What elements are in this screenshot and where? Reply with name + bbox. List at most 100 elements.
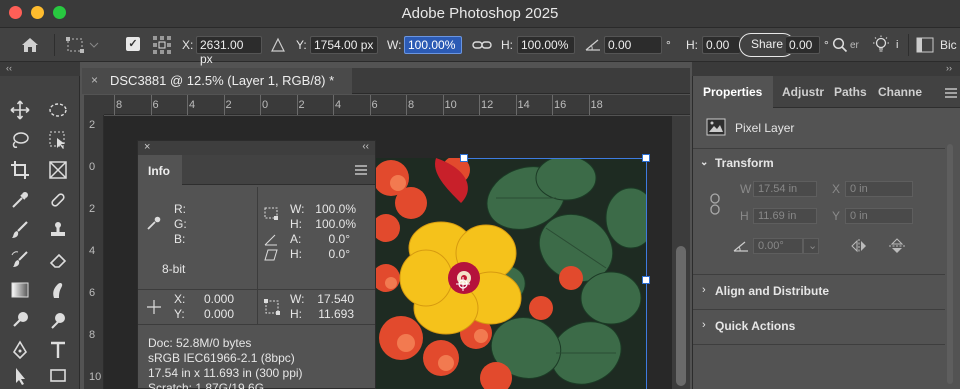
scrollbar-thumb[interactable] xyxy=(676,246,686,386)
properties-scrollbar[interactable] xyxy=(947,144,953,384)
brush-tool-icon[interactable] xyxy=(8,218,32,242)
eyedropper-icon xyxy=(146,215,162,234)
tab-adjustments[interactable]: Adjustr xyxy=(782,85,824,99)
panel-menu-icon[interactable] xyxy=(945,87,957,101)
transform-pivot-icon[interactable] xyxy=(455,276,471,292)
eyedropper-tool-icon[interactable] xyxy=(8,188,32,212)
document-tab-bar: × DSC3881 @ 12.5% (Layer 1, RGB/8) * xyxy=(82,68,690,94)
canvas-vertical-scrollbar[interactable] xyxy=(672,116,690,389)
lightbulb-icon[interactable] xyxy=(870,28,892,62)
dodge-tool-icon[interactable] xyxy=(8,308,32,332)
ruler-top-tick xyxy=(260,95,261,115)
y-position-field[interactable]: 1754.00 px xyxy=(310,36,378,54)
ruler-top: 8 6 4 2 0 2 4 6 8 10 12 14 16 18 xyxy=(104,95,690,115)
reference-point-checkbox[interactable]: ✓ xyxy=(126,37,140,51)
b-label: B: xyxy=(174,232,186,246)
transform-mode-icon[interactable] xyxy=(66,28,100,62)
angle-unit: ° xyxy=(666,38,671,52)
align-distribute-heading[interactable]: Align and Distribute xyxy=(715,284,829,298)
smudge-tool-icon[interactable] xyxy=(46,278,70,302)
burn-tool-icon[interactable] xyxy=(46,308,70,332)
h-pct-value: 100.0% xyxy=(315,217,356,231)
height-percent-field[interactable]: 100.00% xyxy=(517,36,575,54)
skew-icon xyxy=(264,249,278,264)
ruler-top-tick-label: 0 xyxy=(262,99,269,111)
selection-size-icon xyxy=(264,207,280,224)
healing-brush-tool-icon[interactable] xyxy=(46,188,70,212)
document-tab-title: DSC3881 @ 12.5% (Layer 1, RGB/8) * xyxy=(110,73,335,88)
ruler-left: 2 0 2 4 6 8 10 xyxy=(84,115,104,389)
frame-tool-icon[interactable] xyxy=(46,158,70,182)
lasso-tool-icon[interactable] xyxy=(8,128,32,152)
ruler-top-tick-label: 14 xyxy=(517,99,530,111)
link-dimensions-icon[interactable] xyxy=(709,193,721,218)
delta-icon[interactable] xyxy=(270,28,286,62)
search-icon[interactable] xyxy=(832,28,848,62)
warp-mode-glyph[interactable]: er xyxy=(850,28,859,62)
move-tool-icon[interactable] xyxy=(8,98,32,122)
ruler-top-tick xyxy=(479,95,480,115)
flip-horizontal-icon[interactable] xyxy=(850,239,868,256)
transform-handle-top-center[interactable] xyxy=(460,154,468,162)
tab-info[interactable]: Info xyxy=(138,155,182,185)
options-bar: ✓ X: 2631.00 px Y: 1754.00 px W: 100.00%… xyxy=(0,28,960,66)
info-glyph[interactable]: i xyxy=(896,28,898,62)
toolbar-collapse-bar[interactable]: ‹‹ xyxy=(0,62,80,76)
horizontal-skew-field[interactable]: 0.00 xyxy=(702,36,740,54)
clone-stamp-tool-icon[interactable] xyxy=(46,218,70,242)
h-label: H: xyxy=(501,38,513,52)
gradient-tool-icon[interactable] xyxy=(8,278,32,302)
link-icon[interactable] xyxy=(472,28,492,62)
rotate-angle-field[interactable]: 0.00 xyxy=(604,36,662,54)
y-label: Y: xyxy=(296,38,307,52)
pen-tool-icon[interactable] xyxy=(8,338,32,362)
transform-handle-middle-right[interactable] xyxy=(642,276,650,284)
path-selection-tool-icon[interactable] xyxy=(8,364,32,388)
tab-paths[interactable]: Paths xyxy=(834,85,867,99)
hs-label: H: xyxy=(290,247,302,261)
ruler-top-tick-label: 4 xyxy=(189,99,196,111)
panel-menu-icon[interactable] xyxy=(355,164,367,178)
ruler-top-tick xyxy=(150,95,152,115)
align-expand-chevron[interactable]: › xyxy=(702,284,706,296)
prop-y-field[interactable]: 0 in xyxy=(845,208,913,224)
prop-height-field[interactable]: 11.69 in xyxy=(753,208,817,224)
object-selection-tool-icon[interactable] xyxy=(46,128,70,152)
ruler-left-tick-label: 4 xyxy=(89,245,96,257)
angle-dropdown-chevron-icon[interactable]: ⌄ xyxy=(803,238,819,254)
vertical-skew-field[interactable]: 0.00 xyxy=(786,36,820,54)
transform-handle-top-right[interactable] xyxy=(642,154,650,162)
prop-width-field[interactable]: 17.54 in xyxy=(753,181,817,197)
flip-vertical-icon[interactable] xyxy=(889,237,905,258)
tab-channels[interactable]: Channe xyxy=(878,85,922,99)
quick-actions-heading[interactable]: Quick Actions xyxy=(715,319,795,333)
tab-properties[interactable]: Properties xyxy=(703,85,762,99)
panel-collapse-bar[interactable]: ›› xyxy=(692,62,960,76)
info-close-icon[interactable]: × xyxy=(144,141,150,153)
reference-point-icon[interactable] xyxy=(151,28,173,62)
ruler-top-tick xyxy=(369,95,371,115)
type-tool-icon[interactable] xyxy=(46,338,70,362)
width-percent-field[interactable]: 100.00% xyxy=(404,36,462,54)
prop-x-field[interactable]: 0 in xyxy=(845,181,913,197)
document-tab[interactable]: × DSC3881 @ 12.5% (Layer 1, RGB/8) * xyxy=(82,68,352,94)
transform-heading[interactable]: Transform xyxy=(715,156,774,170)
interpolation-label[interactable]: Bic xyxy=(940,28,957,62)
eraser-tool-icon[interactable] xyxy=(46,248,70,272)
crop-tool-icon[interactable] xyxy=(8,158,32,182)
prop-angle-field[interactable]: 0.00° xyxy=(753,238,803,254)
x-position-field[interactable]: 2631.00 px xyxy=(196,36,262,66)
scratch-size: Scratch: 1.87G/19.6G xyxy=(148,381,265,389)
home-icon[interactable] xyxy=(20,28,40,62)
flower-photo-image[interactable] xyxy=(376,158,647,389)
quick-actions-expand-chevron[interactable]: › xyxy=(702,319,706,331)
info-collapse-icon[interactable]: ‹‹ xyxy=(362,141,369,152)
close-tab-icon[interactable]: × xyxy=(91,73,98,87)
history-brush-tool-icon[interactable] xyxy=(8,248,32,272)
ruler-top-tick xyxy=(588,95,590,115)
interpolation-icon[interactable] xyxy=(916,28,934,62)
marquee-tool-icon[interactable] xyxy=(46,98,70,122)
a-label: A: xyxy=(290,232,302,246)
rectangle-tool-icon[interactable] xyxy=(46,364,70,388)
transform-collapse-chevron[interactable]: ⌄ xyxy=(700,157,708,168)
